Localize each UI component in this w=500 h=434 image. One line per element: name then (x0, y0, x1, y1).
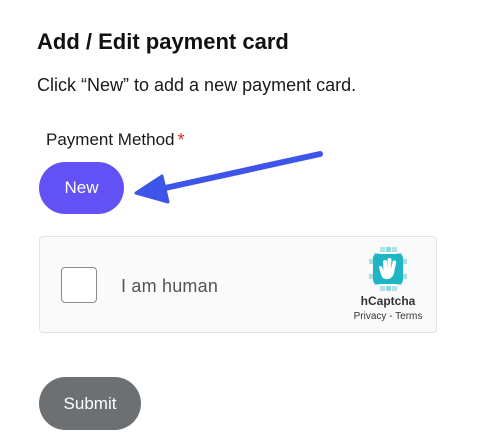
captcha-links: Privacy - Terms (348, 311, 428, 322)
payment-method-label: Payment Method * (46, 129, 185, 150)
required-marker: * (177, 130, 185, 150)
submit-button[interactable]: Submit (39, 377, 141, 430)
captcha-links-separator: - (386, 311, 396, 322)
page-title: Add / Edit payment card (37, 29, 289, 54)
captcha-checkbox-label: I am human (121, 276, 219, 296)
payment-method-label-text: Payment Method (46, 130, 175, 149)
hcaptcha-branding: hCaptcha Privacy - Terms (348, 247, 428, 322)
hcaptcha-hand-icon (369, 247, 407, 291)
captcha-terms-link[interactable]: Terms (395, 311, 422, 322)
captcha-checkbox[interactable] (61, 267, 97, 303)
new-payment-card-button[interactable]: New (39, 162, 124, 214)
hcaptcha-brand-name: hCaptcha (360, 294, 416, 308)
arrow-pointing-left-icon (134, 151, 323, 204)
instructions-text: Click “New” to add a new payment card. (37, 75, 357, 95)
captcha-privacy-link[interactable]: Privacy (354, 311, 387, 322)
hcaptcha-widget: I am human hCaptcha Privacy - Terms (39, 236, 437, 333)
